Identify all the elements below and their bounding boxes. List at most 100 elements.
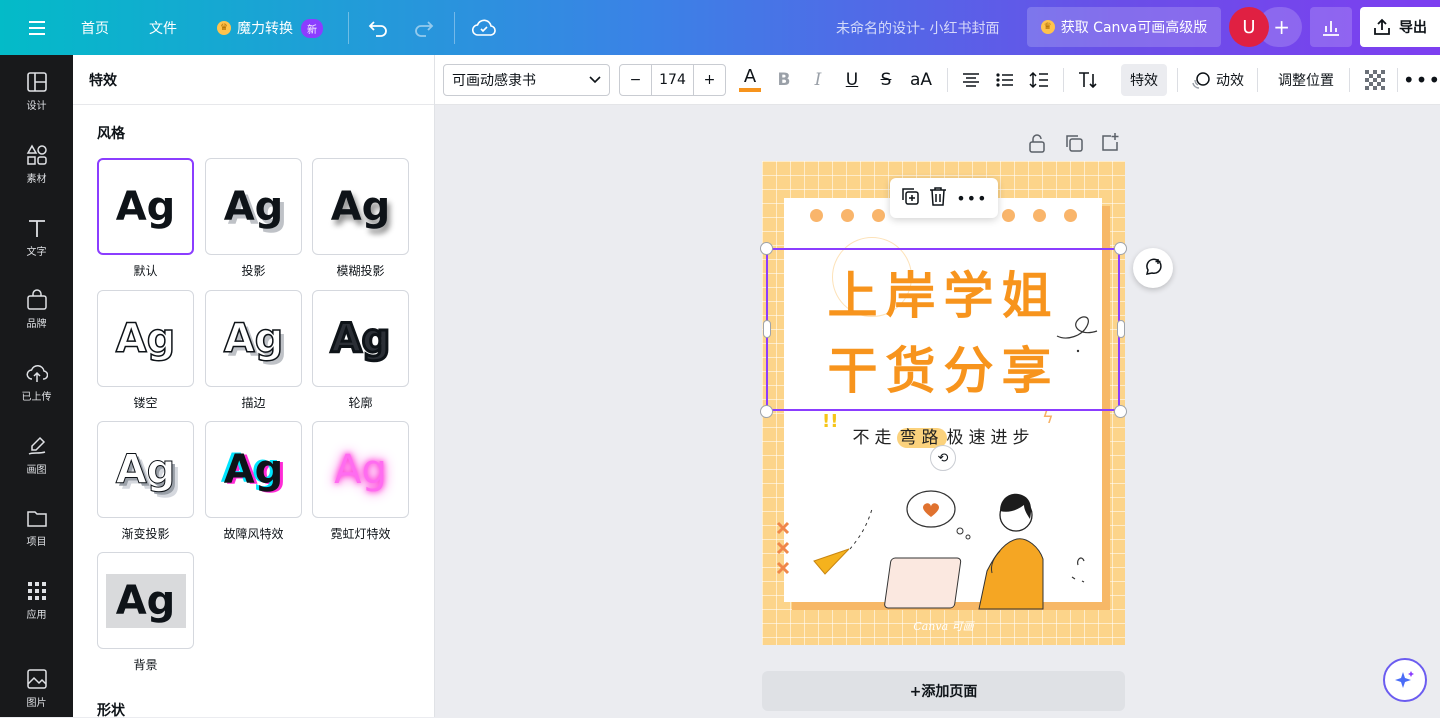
magic-assistant-icon[interactable] [1383,658,1427,702]
girl-body-icon [979,539,1043,609]
effect-lift[interactable]: Ag 描边 [205,290,302,411]
rail-item-projects[interactable]: 项目 [0,497,73,557]
list-icon[interactable] [991,64,1019,96]
resize-handle[interactable] [1114,405,1127,418]
effect-preview: Ag [312,290,409,387]
effect-label: 渐变投影 [97,525,194,542]
font-size-input[interactable]: 174 [652,65,693,95]
effect-blur-shadow[interactable]: Ag 模糊投影 [312,158,409,279]
upgrade-label: 获取 Canva可画高级版 [1061,17,1208,37]
undo-icon[interactable] [362,12,394,44]
animate-button[interactable]: 动效 [1187,64,1247,96]
vertical-text-icon[interactable] [1073,64,1103,96]
effect-label: 背景 [97,656,194,673]
effects-button[interactable]: 特效 [1121,64,1167,96]
rail-item-elements[interactable]: 素材 [0,134,73,194]
font-name: 可画动感隶书 [452,70,536,90]
divider [1063,68,1064,92]
chevron-down-icon [589,76,601,84]
rail-item-draw[interactable]: 画图 [0,425,73,485]
align-center-icon[interactable] [957,64,985,96]
lock-icon[interactable] [1028,133,1048,153]
divider [1257,68,1258,92]
subtitle-part: 极速进步 [947,428,1035,448]
upgrade-button[interactable]: ♛ 获取 Canva可画高级版 [1027,7,1221,47]
effect-label: 描边 [205,394,302,411]
underline-icon[interactable]: U [839,64,865,96]
effect-preview: Ag [97,552,194,649]
bold-icon[interactable]: B [771,64,797,96]
effect-hollow[interactable]: Ag 镂空 [97,290,194,411]
effect-preview: Ag [205,158,302,255]
document-title[interactable]: 未命名的设计- 小红书封面 [836,0,1000,55]
apps-grid-icon [26,580,48,602]
rail-item-apps[interactable]: 应用 [0,570,73,630]
rail-item-uploads[interactable]: 已上传 [0,352,73,412]
effect-default[interactable]: Ag 默认 [97,158,194,279]
effect-preview: Ag [312,421,409,518]
decor-dot [841,209,854,222]
effects-panel: 特效 风格 Ag 默认 Ag 投影 Ag 模糊投影 Ag 镂空 Ag 描边 Ag… [73,55,435,717]
rail-item-brand[interactable]: 品牌 [0,279,73,339]
insights-chart-icon[interactable] [1310,7,1352,47]
magic-switch-label: 魔力转换 [237,18,293,38]
increase-size-button[interactable]: + [693,65,725,95]
rail-label: 文字 [27,243,47,258]
redo-icon[interactable] [408,12,440,44]
cloud-save-icon[interactable] [468,12,500,44]
new-badge: 新 [301,19,323,38]
rotate-handle-icon[interactable]: ⟲ [930,445,956,471]
decor-dot [872,209,885,222]
transparency-icon[interactable] [1361,64,1389,96]
more-options-icon[interactable]: ••• [1407,64,1437,96]
effect-neon[interactable]: Ag 霓虹灯特效 [312,421,409,542]
effect-label: 镂空 [97,394,194,411]
line-spacing-icon[interactable] [1025,64,1053,96]
draw-icon [26,435,48,457]
strikethrough-icon[interactable]: S [873,64,899,96]
effect-echo[interactable]: Ag 渐变投影 [97,421,194,542]
italic-icon[interactable]: I [805,64,831,96]
effect-glitch[interactable]: Ag 故障风特效 [205,421,302,542]
watermark: Canva 可画 [762,618,1125,634]
position-button[interactable]: 调整位置 [1271,64,1341,96]
effect-shadow[interactable]: Ag 投影 [205,158,302,279]
more-icon[interactable]: ••• [956,189,987,208]
avatar[interactable]: U [1229,7,1269,47]
duplicate-page-icon[interactable] [1064,133,1084,153]
font-size-stepper: − 174 + [619,64,726,96]
delete-icon[interactable] [929,186,947,210]
file-menu-button[interactable]: 文件 [140,12,186,44]
export-label: 导出 [1399,17,1427,37]
export-button[interactable]: 导出 [1360,7,1440,47]
rail-item-text[interactable]: 文字 [0,207,73,267]
rail-item-design[interactable]: 设计 [0,61,73,121]
resize-handle[interactable] [763,320,771,338]
text-color-button[interactable]: A [735,64,765,96]
decor-dot [1002,209,1015,222]
font-family-select[interactable]: 可画动感隶书 [443,64,610,96]
magic-switch-button[interactable]: ♛ 魔力转换 新 [210,12,330,44]
effect-preview: Ag [97,421,194,518]
effect-background[interactable]: Ag 背景 [97,552,194,673]
add-comment-icon[interactable] [1133,248,1173,288]
decrease-size-button[interactable]: − [620,65,652,95]
letter-case-button[interactable]: aA [905,64,937,96]
resize-handle[interactable] [760,242,773,255]
effect-label: 故障风特效 [205,525,302,542]
text-icon [26,217,48,239]
add-page-icon[interactable] [1100,132,1120,152]
resize-handle[interactable] [1114,242,1127,255]
menu-icon[interactable] [22,12,52,44]
add-page-button[interactable]: +添加页面 [762,671,1125,711]
rail-label: 应用 [27,606,47,621]
copy-element-icon[interactable] [900,186,920,210]
rail-item-photos[interactable]: 图片 [0,658,73,718]
rail-label: 素材 [27,170,47,185]
resize-handle[interactable] [1117,320,1125,338]
resize-handle[interactable] [760,405,773,418]
effect-outline[interactable]: Ag 轮廓 [312,290,409,411]
layout-icon [26,71,48,93]
decor-dot [810,209,823,222]
home-button[interactable]: 首页 [72,12,118,44]
